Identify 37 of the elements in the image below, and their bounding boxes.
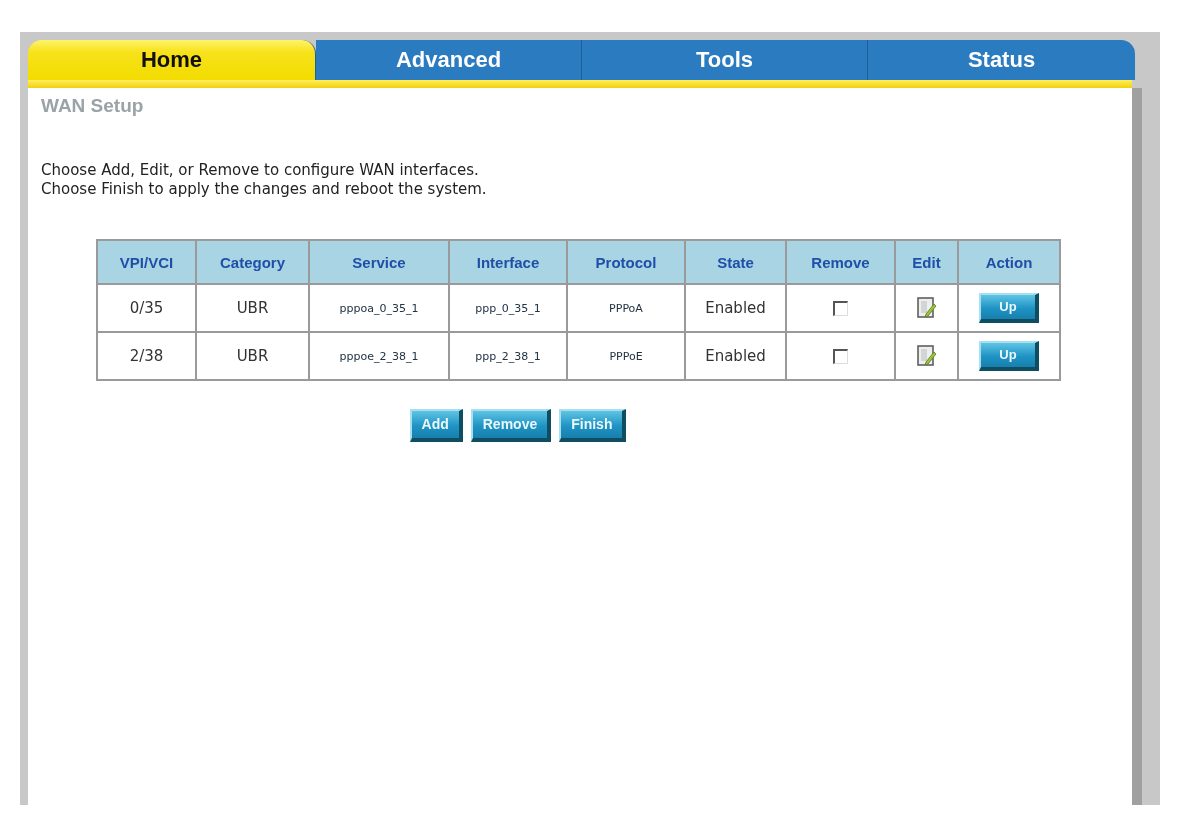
- column-header: Protocol: [567, 240, 685, 284]
- column-header: Remove: [786, 240, 895, 284]
- action-button[interactable]: Remove: [470, 409, 552, 442]
- action-button[interactable]: Finish: [559, 409, 627, 442]
- table-cell: Enabled: [685, 332, 786, 380]
- column-header: Edit: [895, 240, 958, 284]
- nav-tab[interactable]: Tools: [582, 40, 868, 80]
- column-header: Service: [309, 240, 449, 284]
- table-cell: 2/38: [97, 332, 196, 380]
- table-cell: Enabled: [685, 284, 786, 332]
- edit-icon[interactable]: [916, 345, 937, 367]
- action-button[interactable]: Add: [409, 409, 463, 442]
- page-title: WAN Setup: [40, 94, 145, 117]
- table-cell: PPPoA: [567, 284, 685, 332]
- table-cell: 0/35: [97, 284, 196, 332]
- nav-tab[interactable]: Status: [868, 40, 1135, 80]
- table-cell: pppoe_2_38_1: [309, 332, 449, 380]
- nav-tab[interactable]: Advanced: [316, 40, 582, 80]
- table-cell: pppoa_0_35_1: [309, 284, 449, 332]
- table-cell: ppp_2_38_1: [449, 332, 567, 380]
- nav-tab[interactable]: Home: [28, 40, 316, 80]
- remove-checkbox[interactable]: [833, 349, 848, 364]
- table-cell: ppp_0_35_1: [449, 284, 567, 332]
- table-cell: PPPoE: [567, 332, 685, 380]
- column-header: Action: [958, 240, 1060, 284]
- column-header: State: [685, 240, 786, 284]
- edit-icon[interactable]: [916, 297, 937, 319]
- remove-checkbox[interactable]: [833, 301, 848, 316]
- instruction-text: Choose Add, Edit, or Remove to configure WAN interfaces.: [41, 161, 479, 180]
- instruction-text: Choose Finish to apply the changes and reboot the system.: [41, 180, 487, 199]
- up-button[interactable]: Up: [979, 341, 1039, 371]
- table-cell: UBR: [196, 284, 309, 332]
- column-header: Interface: [449, 240, 567, 284]
- column-header: VPI/VCI: [97, 240, 196, 284]
- table-cell: UBR: [196, 332, 309, 380]
- column-header: Category: [196, 240, 309, 284]
- up-button[interactable]: Up: [979, 293, 1039, 323]
